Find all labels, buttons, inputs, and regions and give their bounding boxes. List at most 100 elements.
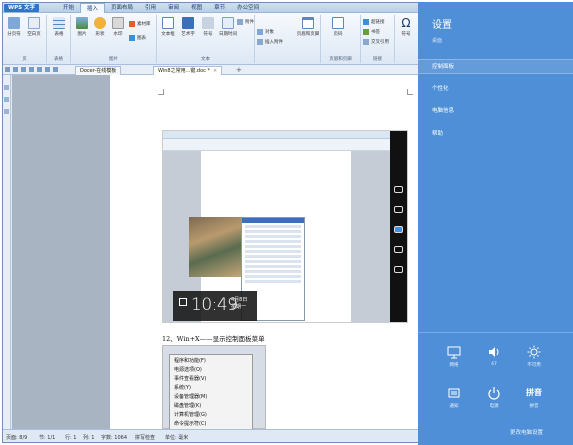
page-number-button[interactable]: 页码 xyxy=(329,17,347,37)
nav-icon[interactable] xyxy=(4,109,9,114)
volume-icon xyxy=(489,347,499,357)
symbol-button[interactable]: 符号 xyxy=(199,17,217,37)
menu-tab-view[interactable]: 视图 xyxy=(185,3,208,13)
cross-reference-icon xyxy=(363,39,369,45)
header-footer-button[interactable]: 页眉和页脚 xyxy=(297,17,319,37)
menu-tab-references[interactable]: 引用 xyxy=(139,3,162,13)
status-spell-check[interactable]: 拼写检查 xyxy=(135,434,155,441)
document-page[interactable]: 10:49 4月8日 星期一 12、Win+X——显示控制面板菜单 程序和功能(… xyxy=(110,75,427,430)
screenshot-desktop-image xyxy=(189,217,241,277)
margin-corner-mark xyxy=(158,89,164,95)
ribbon-group-page: 分页符 空白页 页 xyxy=(3,15,47,63)
keyboard-tile[interactable]: 拼音 拼音 xyxy=(514,386,554,416)
calendar-icon xyxy=(222,17,234,29)
devices-icon xyxy=(394,246,403,253)
lock-clock-overlay: 10:49 4月8日 星期一 xyxy=(173,291,257,321)
tab-docer-templates[interactable]: Docer-在线模板 xyxy=(75,66,122,75)
menu-tabs: 开始 插入 页面布局 引用 审阅 视图 章节 办公空间 xyxy=(57,3,265,13)
object-button[interactable]: 对象 xyxy=(257,29,274,35)
picture-icon xyxy=(76,17,88,29)
watermark-button[interactable]: 水印 xyxy=(109,17,127,37)
word-art-icon xyxy=(182,17,194,29)
menu-tab-review[interactable]: 审阅 xyxy=(162,3,185,13)
word-art-button[interactable]: 艺术字 xyxy=(179,17,197,37)
charm-item-help[interactable]: 帮助 xyxy=(432,129,443,137)
screenshot-charm-bar xyxy=(390,131,407,322)
screenshot-menu-bar xyxy=(163,131,407,139)
watermark-icon xyxy=(112,17,124,29)
left-nav-strip xyxy=(3,75,11,429)
nav-icon[interactable] xyxy=(4,97,9,102)
bookmark-button[interactable]: 书签 xyxy=(363,29,380,35)
status-unit[interactable]: 单位: 毫米 xyxy=(165,434,188,441)
change-pc-settings-link[interactable]: 更改电脑设置 xyxy=(510,428,543,436)
ribbon-group-link: 超链接 书签 交叉引用 链接 xyxy=(361,15,395,63)
clock-date: 4月8日 星期一 xyxy=(231,297,248,310)
material-library-icon xyxy=(129,21,135,27)
volume-tile[interactable]: 47 xyxy=(474,345,514,375)
charm-item-control-panel[interactable]: 控制面板 xyxy=(418,59,573,74)
menu-tab-insert[interactable]: 插入 xyxy=(80,3,106,13)
material-library-button[interactable]: 素材库 xyxy=(129,21,151,27)
folder-icon[interactable] xyxy=(5,67,10,72)
network-tile[interactable]: 网络 xyxy=(434,345,474,375)
windows-logo-icon xyxy=(394,226,403,233)
hyperlink-button[interactable]: 超链接 xyxy=(363,19,385,25)
dropdown-icon[interactable] xyxy=(53,67,58,72)
nav-icon[interactable] xyxy=(4,85,9,90)
menu-tab-office-space[interactable]: 办公空间 xyxy=(231,3,265,13)
embedded-screenshot[interactable]: 10:49 4月8日 星期一 xyxy=(162,130,408,323)
table-button[interactable]: 表格 xyxy=(50,17,68,37)
status-page: 页面: 8/9 xyxy=(6,435,28,441)
shapes-button[interactable]: 形状 xyxy=(91,17,109,37)
menu-tab-page-layout[interactable]: 页面布局 xyxy=(105,3,139,13)
object-icon xyxy=(257,29,263,35)
text-box-button[interactable]: 文本框 xyxy=(159,17,177,37)
brightness-tile[interactable]: 不可用 xyxy=(514,345,554,375)
context-menu-item: 设备管理器(M) xyxy=(174,394,208,400)
charm-title: 设置 xyxy=(432,20,452,31)
blank-page-button[interactable]: 空白页 xyxy=(25,17,43,37)
charm-item-pc-info[interactable]: 电脑信息 xyxy=(432,106,454,114)
power-tile[interactable]: 电源 xyxy=(474,386,514,416)
link-icon xyxy=(363,19,369,25)
omega-symbol-button[interactable]: Ω 符号 xyxy=(397,17,415,37)
page-number-icon xyxy=(332,17,344,29)
notifications-icon xyxy=(448,388,460,398)
document-caption: 12、Win+X——显示控制面板菜单 xyxy=(162,335,265,343)
new-tab-button[interactable]: + xyxy=(236,66,242,74)
charm-divider xyxy=(418,332,573,333)
attachment-button[interactable]: 附件 xyxy=(237,19,254,25)
status-words: 字数: 1064 xyxy=(101,435,127,441)
menu-tab-chapter[interactable]: 章节 xyxy=(208,3,231,13)
picture-button[interactable]: 图片 xyxy=(73,17,91,37)
insert-attachment-button[interactable]: 插入附件 xyxy=(257,39,283,45)
wps-app-button[interactable]: WPS 文字 xyxy=(4,4,39,12)
tab-current-document[interactable]: Win8之常用...键.doc * × xyxy=(153,66,223,75)
blank-page-icon xyxy=(28,17,40,29)
lock-icon xyxy=(179,298,187,306)
share-icon xyxy=(394,206,403,213)
undo-icon[interactable] xyxy=(37,67,42,72)
chart-button[interactable]: 图表 xyxy=(129,35,146,41)
quick-access-toolbar xyxy=(5,67,58,72)
cross-reference-button[interactable]: 交叉引用 xyxy=(363,39,389,45)
page-break-button[interactable]: 分页符 xyxy=(5,17,23,37)
save-icon[interactable] xyxy=(13,67,18,72)
context-menu-item: 计算机管理(G) xyxy=(174,412,207,418)
date-time-button[interactable]: 日期时间 xyxy=(219,17,237,37)
context-menu-item: 命令提示符(C) xyxy=(174,421,207,427)
charm-subtitle: 桌面 xyxy=(432,38,443,44)
screenshot-ribbon xyxy=(163,139,407,151)
redo-icon[interactable] xyxy=(45,67,50,72)
symbol-icon xyxy=(202,17,214,29)
print-icon[interactable] xyxy=(21,67,26,72)
menu-tab-home[interactable]: 开始 xyxy=(57,3,80,13)
power-icon xyxy=(488,387,500,400)
preview-icon[interactable] xyxy=(29,67,34,72)
embedded-context-menu-screenshot[interactable]: 程序和功能(F) 电源选项(O) 事件查看器(V) 系统(Y) 设备管理器(M)… xyxy=(162,345,266,430)
charm-item-personalization[interactable]: 个性化 xyxy=(432,84,449,92)
context-menu: 程序和功能(F) 电源选项(O) 事件查看器(V) 系统(Y) 设备管理器(M)… xyxy=(169,354,253,430)
notifications-tile[interactable]: 通知 xyxy=(434,386,474,416)
context-menu-item: 程序和功能(F) xyxy=(174,358,206,364)
